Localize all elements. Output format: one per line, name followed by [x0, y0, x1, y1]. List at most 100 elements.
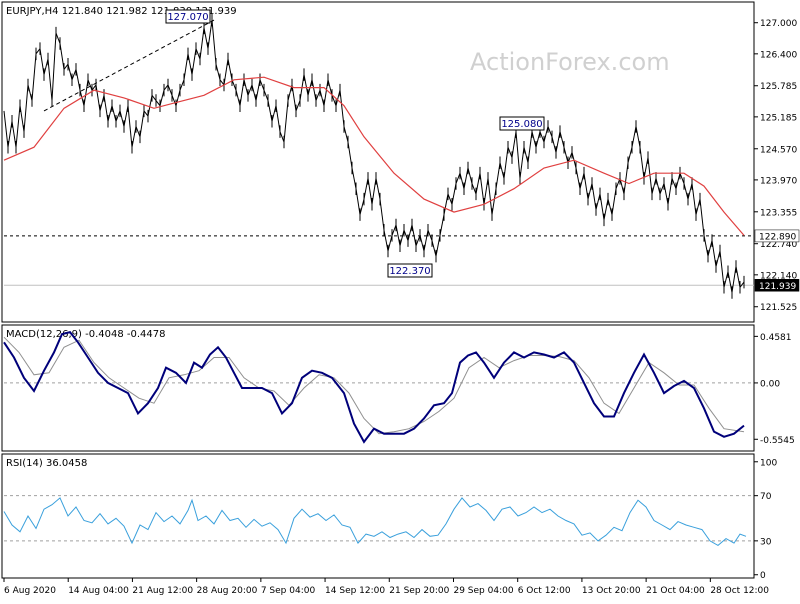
price-segment	[207, 20, 213, 49]
price-segment	[59, 43, 65, 70]
price-segment	[151, 95, 157, 101]
price-segment	[407, 224, 413, 241]
price-segment	[19, 105, 25, 132]
xtick-label: 13 Oct 20:00	[582, 586, 641, 596]
price-segment	[699, 199, 705, 236]
rsi-ytick-label: 70	[760, 492, 772, 502]
price-segment	[611, 188, 617, 215]
price-segment	[403, 230, 409, 241]
price-segment	[119, 110, 125, 127]
price-segment	[51, 33, 57, 101]
price-segment	[183, 53, 189, 80]
price-segment	[355, 188, 361, 215]
annotation-label: 125.080	[501, 119, 542, 130]
rsi-ytick-label: 30	[760, 537, 772, 547]
price-ytick-label: 123.355	[760, 208, 797, 218]
xtick-label: 6 Oct 12:00	[518, 586, 571, 596]
price-segment	[343, 126, 349, 143]
price-segment	[467, 167, 473, 184]
xtick-label: 21 Aug 12:00	[132, 586, 193, 596]
price-annotation: 127.070	[165, 9, 211, 24]
price-segment	[675, 173, 681, 189]
rsi-line	[3, 497, 747, 547]
price-segment	[375, 178, 381, 200]
price-segment	[103, 95, 109, 122]
price-segment	[255, 79, 261, 101]
price-segment	[155, 100, 161, 107]
price-ytick-label: 124.570	[760, 145, 797, 155]
macd-layer	[3, 330, 754, 444]
price-segment	[483, 178, 489, 205]
price-segment	[447, 193, 453, 205]
price-segment	[223, 58, 229, 86]
xtick-label: 28 Aug 20:00	[197, 586, 258, 596]
price-segment	[627, 147, 633, 163]
price-segment	[131, 126, 137, 148]
price-segment	[559, 131, 565, 148]
price-segment	[423, 230, 429, 252]
price-segment	[15, 105, 21, 148]
price-segment	[291, 84, 297, 111]
price-segment	[607, 198, 613, 215]
price-segment	[39, 48, 45, 75]
price-segment	[115, 110, 121, 122]
price-segment	[159, 90, 165, 106]
price-segment	[87, 79, 93, 91]
price-annotation: 122.370	[387, 263, 433, 278]
price-segment	[719, 250, 725, 288]
price-segment	[323, 79, 329, 106]
price-segment	[3, 110, 9, 148]
price-segment	[391, 224, 397, 236]
price-segment	[707, 240, 713, 257]
price-segment	[283, 100, 289, 143]
price-segment	[543, 126, 549, 143]
price-segment	[27, 84, 33, 101]
price-segment	[399, 230, 405, 246]
price-segment	[727, 271, 733, 293]
price-segment	[659, 183, 665, 195]
price-segment	[47, 58, 53, 101]
price-segment	[127, 105, 133, 148]
price-segment	[415, 235, 421, 246]
xtick-label: 6 Aug 2020	[4, 586, 56, 596]
price-segment	[7, 121, 13, 148]
rsi-ytick-label: 0	[760, 571, 766, 581]
price-segment	[75, 69, 81, 91]
price-segment	[651, 178, 657, 195]
annotation-label: 122.370	[389, 266, 430, 277]
price-segment	[11, 121, 17, 148]
price-segment	[451, 183, 457, 205]
price-annotation: 125.080	[499, 116, 545, 131]
price-segment	[687, 183, 693, 200]
price-segment	[271, 105, 277, 122]
macd-ytick-label: 0.4581	[760, 333, 792, 343]
price-segment	[555, 131, 561, 153]
price-segment	[411, 224, 417, 246]
price-segment	[663, 183, 669, 205]
price-segment	[143, 110, 149, 117]
price-segment	[303, 74, 309, 96]
price-segment	[35, 48, 41, 55]
price-segment	[455, 172, 461, 184]
price-segment	[499, 162, 505, 179]
price-segment	[419, 235, 425, 252]
xtick-label: 29 Sep 04:00	[453, 586, 513, 596]
price-segment	[603, 198, 609, 220]
price-segment	[563, 147, 569, 163]
price-segment	[139, 110, 145, 137]
price-ytick-label: 121.525	[760, 303, 797, 313]
macd-header: MACD(12,26,9) -0.4048 -0.4478	[6, 329, 166, 340]
rsi-panel-frame	[1, 453, 755, 579]
price-segment	[531, 131, 537, 148]
price-segment	[667, 178, 673, 205]
price-segment	[527, 131, 533, 163]
macd-line	[3, 330, 745, 444]
price-segment	[167, 84, 173, 96]
price-segment	[187, 53, 193, 75]
trend-line	[43, 19, 215, 112]
price-segment	[191, 48, 197, 75]
last-price-tag-label: 121.939	[759, 282, 796, 292]
price-segment	[731, 266, 737, 293]
price-segment	[459, 173, 465, 189]
price-ytick-label: 125.185	[760, 113, 797, 123]
